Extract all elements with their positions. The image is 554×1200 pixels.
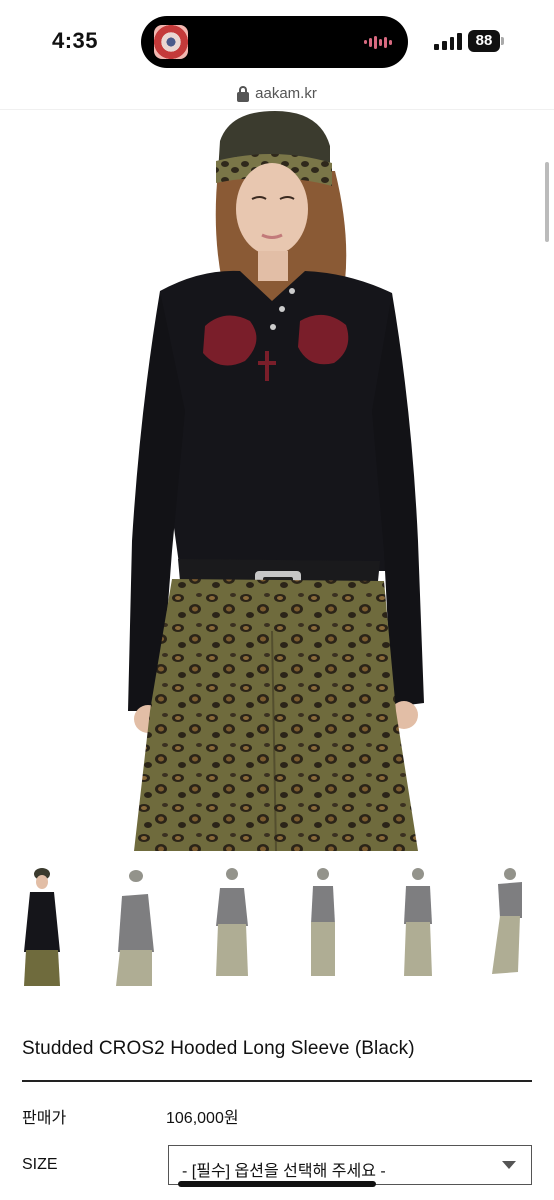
thumbnail-5[interactable] (388, 862, 448, 988)
price-label: 판매가 (22, 1110, 67, 1127)
cellular-signal-icon (434, 32, 462, 50)
size-option-select[interactable]: - [필수] 옵션을 선택해 주세요 - (168, 1145, 532, 1185)
size-option-value: - [필수] 옵션을 선택해 주세요 - (182, 1163, 386, 1180)
status-time: 4:35 (52, 28, 99, 53)
status-bar: 4:35 88 (0, 0, 554, 80)
home-indicator[interactable] (178, 1181, 376, 1187)
thumbnail-6[interactable] (478, 862, 538, 988)
chevron-down-icon (502, 1161, 516, 1169)
battery-icon: 88 (468, 30, 504, 52)
product-title: Studded CROS2 Hooded Long Sleeve (Black) (22, 1038, 415, 1059)
size-label: SIZE (22, 1156, 58, 1173)
dynamic-island[interactable] (141, 16, 408, 68)
battery-level: 88 (468, 30, 500, 52)
now-playing-app-icon[interactable] (154, 25, 188, 59)
thumbnail-1[interactable] (14, 862, 74, 988)
thumbnail-4[interactable] (293, 862, 353, 988)
url-text[interactable]: aakam.kr (255, 85, 317, 102)
section-divider (22, 1080, 532, 1082)
price-value: 106,000원 (166, 1110, 239, 1127)
page-scrollbar[interactable] (545, 162, 549, 242)
thumbnail-strip (0, 862, 554, 992)
browser-url-bar[interactable]: aakam.kr (0, 78, 554, 110)
model-photo (128, 111, 424, 851)
thumbnail-2[interactable] (104, 862, 164, 988)
product-main-image[interactable] (0, 111, 554, 851)
thumbnail-3[interactable] (202, 862, 262, 988)
lock-icon (237, 85, 250, 102)
audio-waveform-icon (364, 35, 394, 49)
